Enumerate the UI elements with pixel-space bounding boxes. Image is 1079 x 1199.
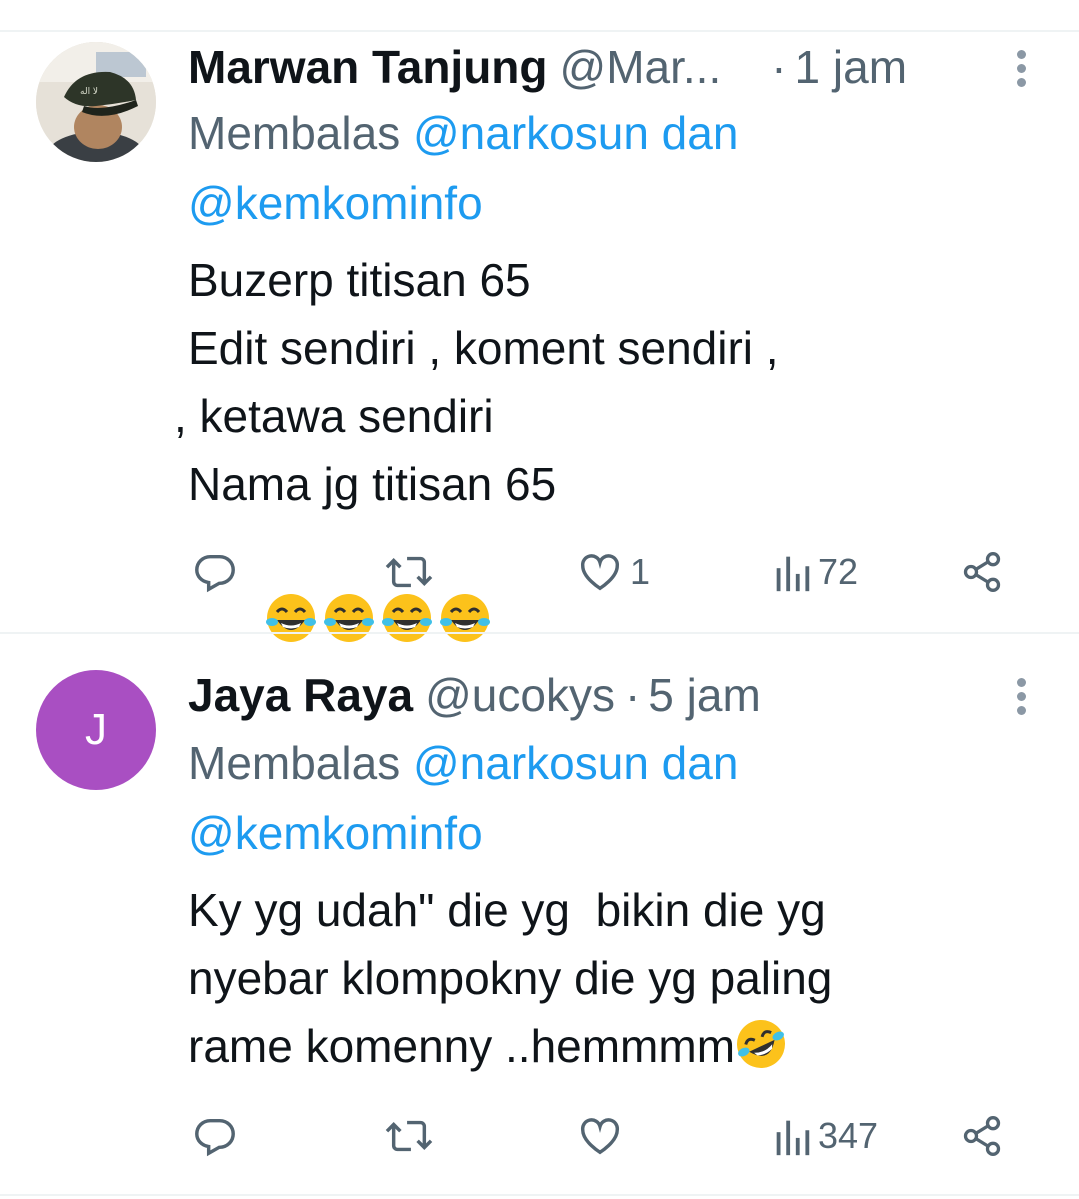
divider	[0, 632, 1079, 634]
mention-link[interactable]: @kemkominfo	[188, 177, 483, 229]
tweet-actions: 1 72	[0, 542, 1079, 602]
reply-prefix: Membalas	[188, 107, 413, 159]
like-button[interactable]: 1	[576, 542, 650, 602]
retweet-icon	[385, 556, 433, 588]
views-count: 72	[818, 551, 859, 592]
tweet[interactable]: J Jaya Raya @ucokys · 5 jam Membalas @na…	[0, 660, 1079, 1190]
like-button[interactable]	[576, 1106, 630, 1166]
like-count: 1	[630, 551, 651, 592]
views-chart-icon	[776, 1120, 810, 1156]
avatar-letter: J	[85, 705, 107, 754]
reply-context: Membalas @narkosun dan	[188, 98, 738, 168]
reply-icon	[195, 1118, 235, 1157]
reply-icon	[195, 554, 235, 593]
share-icon	[963, 1116, 1001, 1156]
reply-context-2: @kemkominfo	[188, 168, 483, 238]
tweet-text: Ky yg udah" die yg bikin die yg nyebar k…	[188, 876, 832, 1080]
mention-link[interactable]: @narkosun	[413, 737, 649, 789]
share-button[interactable]	[960, 1106, 1004, 1166]
reply-context: Membalas @narkosun dan	[188, 728, 738, 798]
tweet-text: Buzerp titisan 65 Edit sendiri , koment …	[174, 246, 779, 722]
tweet-line: Edit sendiri , koment sendiri ,	[188, 322, 779, 374]
heart-icon	[581, 1118, 619, 1155]
reply-and[interactable]: dan	[649, 737, 739, 789]
tweet-line: Buzerp titisan 65	[188, 254, 531, 306]
retweet-button[interactable]	[384, 542, 434, 602]
tweet[interactable]: ﻻ ﺍﻟﻪ Marwan Tanjung @Mar... · 1 jam Mem…	[0, 32, 1079, 642]
heart-icon	[581, 554, 619, 591]
tweet-line: , ketawa sendiri	[174, 382, 779, 450]
mention-link[interactable]: @narkosun	[413, 107, 649, 159]
divider-bottom	[0, 1194, 1079, 1196]
tweet-line-text: , ketawa sendiri	[174, 390, 494, 442]
mention-link[interactable]: @kemkominfo	[188, 807, 483, 859]
rolling-on-the-floor-laughing-icon	[737, 1020, 786, 1068]
separator-dot: ·	[624, 669, 641, 721]
timestamp[interactable]: 1 jam	[795, 32, 907, 102]
timestamp[interactable]: 5 jam	[648, 660, 760, 730]
retweet-icon	[385, 1120, 433, 1152]
views-count: 347	[818, 1115, 879, 1156]
more-options-icon[interactable]	[1007, 50, 1035, 94]
author-name[interactable]: Jaya Raya	[188, 660, 413, 730]
separator-dot: ·	[771, 41, 787, 93]
tweet-line: Ky yg udah" die yg bikin die yg	[188, 884, 826, 936]
svg-text:ﻻ ﺍﻟﻪ: ﻻ ﺍﻟﻪ	[80, 87, 98, 97]
author-name[interactable]: Marwan Tanjung	[188, 32, 548, 102]
tweet-line-text: Nama jg titisan 65	[188, 458, 557, 510]
retweet-button[interactable]	[384, 1106, 434, 1166]
profile-photo-icon: ﻻ ﺍﻟﻪ	[36, 42, 156, 162]
views-chart-icon	[776, 556, 810, 592]
reply-button[interactable]	[192, 1106, 238, 1166]
reply-and[interactable]: dan	[649, 107, 739, 159]
more-options-icon[interactable]	[1007, 678, 1035, 722]
tweet-header: Jaya Raya @ucokys · 5 jam	[188, 660, 761, 730]
author-handle[interactable]: @Mar...	[560, 32, 722, 102]
views-button[interactable]: 72	[772, 542, 858, 602]
reply-button[interactable]	[192, 542, 238, 602]
tweet-actions: 347	[0, 1106, 1079, 1166]
share-button[interactable]	[960, 542, 1004, 602]
reply-prefix: Membalas	[188, 737, 413, 789]
reply-context-2: @kemkominfo	[188, 798, 483, 868]
avatar[interactable]: J	[36, 670, 156, 790]
share-icon	[963, 552, 1001, 592]
avatar[interactable]: ﻻ ﺍﻟﻪ	[36, 42, 156, 162]
tweet-header: Marwan Tanjung @Mar... · 1 jam	[188, 32, 907, 102]
tweet-line: nyebar klompokny die yg paling	[188, 952, 833, 1004]
tweet-line-text: rame komenny ..hemmmm	[188, 1020, 736, 1072]
views-button[interactable]: 347	[772, 1106, 878, 1166]
tweet-line: rame komenny ..hemmmm	[188, 1012, 832, 1080]
author-handle[interactable]: @ucokys	[425, 660, 615, 730]
